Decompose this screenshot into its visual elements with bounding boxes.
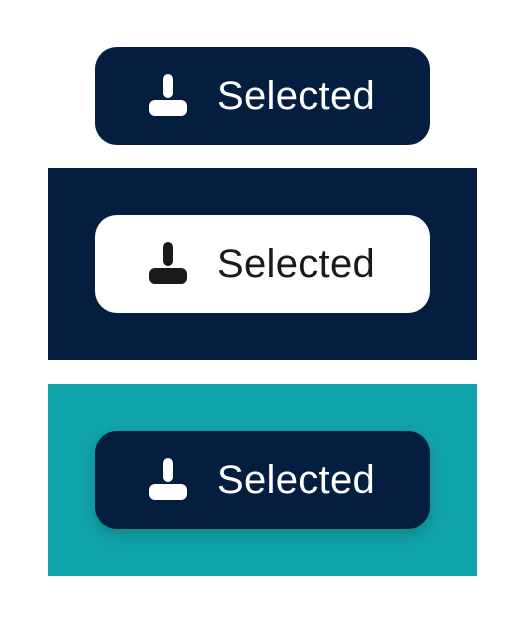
teal-background-panel: Selected	[48, 384, 477, 576]
user-icon	[149, 74, 187, 118]
chip-label: Selected	[217, 74, 376, 118]
white-background-panel: Selected	[48, 0, 477, 168]
user-icon	[149, 242, 187, 286]
chip-label: Selected	[217, 458, 376, 502]
chip-label: Selected	[217, 242, 376, 286]
selected-chip-dark-on-teal[interactable]: Selected	[95, 431, 430, 529]
user-icon	[149, 458, 187, 502]
navy-background-panel: Selected	[48, 168, 477, 360]
selected-chip-light-on-navy[interactable]: Selected	[95, 215, 430, 313]
selected-chip-dark-on-white[interactable]: Selected	[95, 47, 430, 145]
